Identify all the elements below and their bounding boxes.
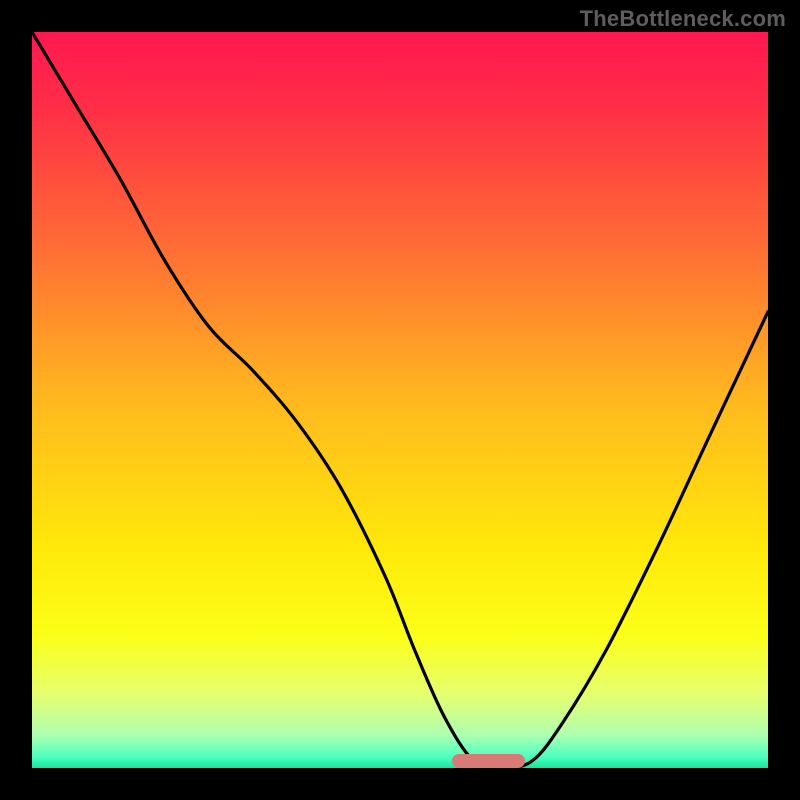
chart-frame: TheBottleneck.com [0,0,800,800]
bottleneck-curve [32,32,768,768]
watermark-text: TheBottleneck.com [580,6,786,32]
plot-area [32,32,768,768]
optimal-range-marker [452,754,526,768]
